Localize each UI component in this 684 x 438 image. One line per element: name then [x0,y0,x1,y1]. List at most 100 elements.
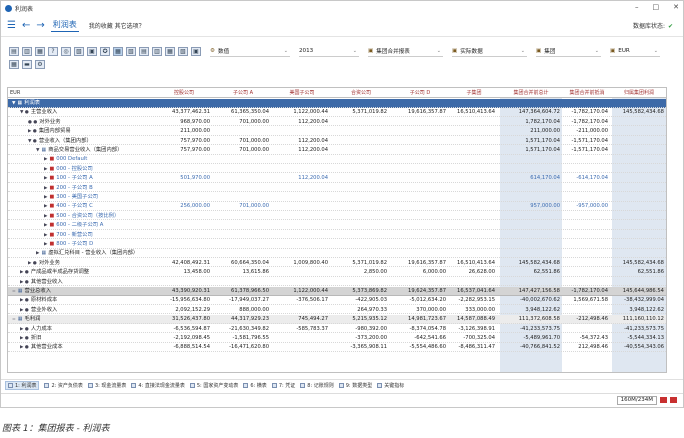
table-cell[interactable] [274,155,330,164]
table-cell[interactable]: 1,782,170.04 [500,118,562,127]
toolbar-button-icon[interactable]: ▥ [22,47,32,56]
table-cell[interactable] [612,127,666,136]
table-cell[interactable] [333,202,389,211]
table-row[interactable]: ▶ ■ 000 - 控股公司 [8,165,666,174]
table-cell[interactable]: -3,365,908.11 [333,343,389,352]
table-cell[interactable]: -40,554,343.06 [612,343,666,352]
table-cell[interactable] [500,184,562,193]
table-cell[interactable] [564,259,610,268]
table-cell[interactable] [451,212,497,221]
close-button[interactable]: ✕ [673,3,679,11]
toolbar-button-icon[interactable]: ⚙ [35,60,45,69]
table-cell[interactable] [215,155,271,164]
column-header[interactable]: 归属集团利润 [612,89,666,97]
table-cell[interactable]: -1,581,796.55 [215,334,271,343]
table-cell[interactable] [564,325,610,334]
table-cell[interactable] [274,249,330,258]
sheet-tab[interactable]: 3: 现金流量表 [87,382,126,389]
table-cell[interactable]: 757,970.00 [156,137,212,146]
table-cell[interactable]: 3,948,122.62 [500,306,562,315]
table-cell[interactable]: -422,905.03 [333,296,389,305]
table-cell[interactable]: 19,616,357.87 [392,259,448,268]
table-cell[interactable]: -700,325.04 [451,334,497,343]
table-cell[interactable] [564,306,610,315]
table-cell[interactable] [500,165,562,174]
table-cell[interactable] [156,212,212,221]
table-cell[interactable] [215,212,271,221]
table-cell[interactable] [215,278,271,287]
table-cell[interactable] [215,231,271,240]
table-cell[interactable] [333,184,389,193]
table-cell[interactable]: -6,888,514.54 [156,343,212,352]
table-cell[interactable] [451,118,497,127]
table-cell[interactable] [392,212,448,221]
column-header[interactable]: 子公司 A [215,89,271,97]
table-cell[interactable]: 145,582,434.68 [612,108,666,117]
table-cell[interactable]: 614,170.04 [500,174,562,183]
table-cell[interactable] [156,165,212,174]
sheet-tab[interactable]: 7: 凭证 [271,382,295,389]
table-cell[interactable] [564,268,610,277]
sheet-tab[interactable]: 9: 数据类型 [338,382,372,389]
table-cell[interactable] [392,99,448,108]
table-cell[interactable]: 701,000.00 [215,202,271,211]
sheet-tab[interactable]: 8: 记账规则 [300,382,334,389]
expand-toggle-icon[interactable]: ▶ [36,251,39,256]
table-cell[interactable] [612,240,666,249]
table-row[interactable]: ▶ ■ 300 - 美国子公司 [8,193,666,202]
table-cell[interactable]: 701,000.00 [215,146,271,155]
table-cell[interactable]: 145,644,986.54 [612,287,666,296]
table-cell[interactable]: 19,616,357.87 [392,108,448,117]
table-cell[interactable] [500,231,562,240]
table-cell[interactable] [451,165,497,174]
table-cell[interactable]: -5,554,486.60 [392,343,448,352]
table-row[interactable]: ▶ ● 人力成本 -6,536,594.87 -21,630,349.82 -585,7… [8,325,666,334]
table-row[interactable]: ▶ ▦ 虚拟汇兑科目 - 营业收入（集团内部） [8,249,666,258]
toolbar-button-icon[interactable]: ▧ [74,47,84,56]
column-header[interactable]: 子公司 D [392,89,448,97]
expand-toggle-icon[interactable]: ▶ ● [28,129,37,134]
table-cell[interactable] [274,127,330,136]
table-cell[interactable] [333,231,389,240]
table-cell[interactable] [612,249,666,258]
table-cell[interactable] [612,221,666,230]
table-cell[interactable] [612,99,666,108]
table-cell[interactable] [274,231,330,240]
expand-toggle-icon[interactable]: ▶ [44,195,47,200]
table-cell[interactable]: 264,970.33 [333,306,389,315]
table-cell[interactable] [156,278,212,287]
table-cell[interactable]: 61,365,350.04 [215,108,271,117]
table-cell[interactable] [333,221,389,230]
table-cell[interactable] [274,278,330,287]
table-cell[interactable] [612,202,666,211]
table-cell[interactable] [500,212,562,221]
table-cell[interactable] [451,137,497,146]
table-cell[interactable] [451,278,497,287]
table-cell[interactable] [500,221,562,230]
sheet-tab[interactable]: 关键指标 [377,382,404,389]
table-cell[interactable]: 333,000.00 [451,306,497,315]
table-cell[interactable] [333,127,389,136]
table-row[interactable]: ▶ ● 其他营业收入 [8,278,666,287]
toolbar-button-icon[interactable]: ▦ [165,47,175,56]
table-cell[interactable] [500,249,562,258]
column-header[interactable]: 合资公司 [333,89,389,97]
table-cell[interactable]: 256,000.00 [156,202,212,211]
table-cell[interactable]: 19,624,357.87 [392,287,448,296]
table-cell[interactable] [612,118,666,127]
toolbar-button-icon[interactable]: ▤ [9,47,19,56]
expand-toggle-icon[interactable]: ▶ [44,157,47,162]
table-cell[interactable]: 43,390,920.31 [156,287,212,296]
column-header[interactable]: 集团合并前总计 [500,89,562,97]
table-cell[interactable]: -211,000.00 [564,127,610,136]
tab-title[interactable]: 利润表 [50,19,79,32]
expand-toggle-icon[interactable]: ▶ [44,186,47,191]
table-cell[interactable] [215,165,271,174]
table-cell[interactable] [451,127,497,136]
table-cell[interactable] [564,184,610,193]
table-cell[interactable] [333,99,389,108]
table-cell[interactable]: 5,371,019.82 [333,259,389,268]
table-cell[interactable]: 62,551.86 [500,268,562,277]
toolbar-button-icon[interactable]: ▣ [87,47,97,56]
table-cell[interactable] [612,165,666,174]
